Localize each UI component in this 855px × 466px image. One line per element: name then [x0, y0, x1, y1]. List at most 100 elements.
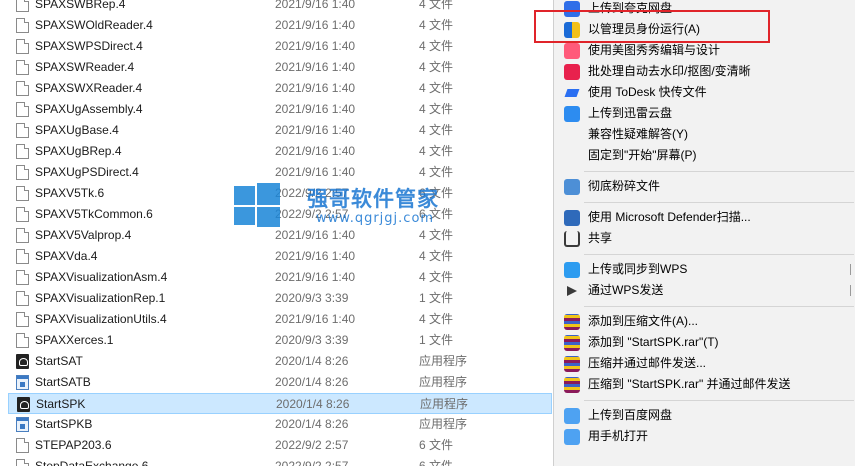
file-date: 2020/1/4 8:26 — [275, 417, 349, 431]
file-date: 2022/9/2 2:57 — [275, 186, 349, 200]
menu-item[interactable]: 用手机打开 — [554, 426, 855, 447]
menu-item[interactable]: 上传到迅雷云盘 — [554, 103, 855, 124]
file-name: SPAXVisualizationUtils.4 — [35, 312, 167, 326]
file-type: 4 文件 — [419, 18, 454, 32]
file-date: 2021/9/16 1:40 — [275, 81, 356, 95]
file-type: 应用程序 — [420, 397, 469, 411]
menu-item[interactable]: 使用美图秀秀编辑与设计 — [554, 40, 855, 61]
menu-item-label: 上传到夸克网盘 — [588, 1, 673, 15]
baidu-cloud-icon — [564, 408, 580, 424]
file-type: 4 文件 — [419, 312, 454, 326]
rar-icon — [564, 356, 580, 372]
file-icon — [16, 144, 29, 159]
send-arrow-icon — [564, 283, 580, 299]
menu-item[interactable]: 添加到 "StartSPK.rar"(T) — [554, 332, 855, 353]
file-row-selected[interactable]: StartSPK 2020/1/4 8:26 应用程序 — [8, 393, 552, 414]
file-row[interactable]: SPAXUgBase.4 2021/9/16 1:40 4 文件 — [8, 120, 552, 141]
menu-item-label: 上传到迅雷云盘 — [588, 106, 673, 120]
file-row[interactable]: StepDataExchange.6 2022/9/2 2:57 6 文件 — [8, 456, 552, 466]
menu-item-label: 使用 ToDesk 快传文件 — [588, 85, 707, 99]
file-row[interactable]: SPAXV5Tk.6 2022/9/2 2:57 6 文件 — [8, 183, 552, 204]
file-row[interactable]: StartSAT 2020/1/4 8:26 应用程序 — [8, 351, 552, 372]
menu-item[interactable]: 使用 Microsoft Defender扫描... — [554, 207, 855, 228]
file-row[interactable]: SPAXVda.4 2021/9/16 1:40 4 文件 — [8, 246, 552, 267]
file-row[interactable]: SPAXUgAssembly.4 2021/9/16 1:40 4 文件 — [8, 99, 552, 120]
submenu-arrow-icon — [850, 285, 855, 296]
file-icon — [16, 18, 29, 33]
menu-item[interactable]: 添加到压缩文件(A)... — [554, 311, 855, 332]
file-name: SPAXUgPSDirect.4 — [35, 165, 139, 179]
file-row[interactable]: STEPAP203.6 2022/9/2 2:57 6 文件 — [8, 435, 552, 456]
file-name: SPAXVda.4 — [35, 249, 98, 263]
file-row[interactable]: SPAXVisualizationAsm.4 2021/9/16 1:40 4 文件 — [8, 267, 552, 288]
file-row[interactable]: SPAXVisualizationRep.1 2020/9/3 3:39 1 文件 — [8, 288, 552, 309]
rar-icon — [564, 377, 580, 393]
menu-item[interactable]: 兼容性疑难解答(Y) — [554, 124, 855, 145]
defender-icon — [564, 210, 580, 226]
file-type: 应用程序 — [419, 375, 468, 389]
file-row[interactable]: SPAXUgPSDirect.4 2021/9/16 1:40 4 文件 — [8, 162, 552, 183]
menu-item[interactable]: 上传到百度网盘 — [554, 405, 855, 426]
quark-cloud-icon — [564, 1, 580, 17]
file-row[interactable]: SPAXSWBRep.4 2021/9/16 1:40 4 文件 — [8, 0, 552, 15]
file-row[interactable]: SPAXSWXReader.4 2021/9/16 1:40 4 文件 — [8, 78, 552, 99]
menu-item-label: 固定到"开始"屏幕(P) — [588, 148, 697, 162]
menu-item[interactable]: 上传到夸克网盘 — [554, 0, 855, 19]
menu-item[interactable]: 固定到"开始"屏幕(P) — [554, 145, 855, 166]
menu-item[interactable]: 彻底粉碎文件 — [554, 176, 855, 197]
file-icon — [16, 270, 29, 285]
file-row[interactable]: SPAXVisualizationUtils.4 2021/9/16 1:40 4 … — [8, 309, 552, 330]
file-icon — [16, 459, 29, 466]
menu-separator — [584, 306, 854, 307]
file-name: SPAXSWOldReader.4 — [35, 18, 153, 32]
menu-item[interactable]: 以管理员身份运行(A) — [554, 19, 855, 40]
menu-item-label: 添加到 "StartSPK.rar"(T) — [588, 335, 719, 349]
file-row[interactable]: SPAXSWReader.4 2021/9/16 1:40 4 文件 — [8, 57, 552, 78]
file-name: SPAXUgAssembly.4 — [35, 102, 143, 116]
file-name: SPAXUgBRep.4 — [35, 144, 122, 158]
file-name: SPAXVisualizationAsm.4 — [35, 270, 168, 284]
menu-item-label: 添加到压缩文件(A)... — [588, 314, 698, 328]
menu-item[interactable]: 通过WPS发送 — [554, 280, 855, 301]
file-row[interactable]: SPAXSWOldReader.4 2021/9/16 1:40 4 文件 — [8, 15, 552, 36]
menu-item[interactable]: 批处理自动去水印/抠图/变清晰 — [554, 61, 855, 82]
file-row[interactable]: SPAXXerces.1 2020/9/3 3:39 1 文件 — [8, 330, 552, 351]
menu-separator — [584, 254, 854, 255]
file-name: SPAXXerces.1 — [35, 333, 114, 347]
file-name: SPAXSWReader.4 — [35, 60, 135, 74]
todesk-icon — [564, 85, 580, 101]
file-name: SPAXV5Valprop.4 — [35, 228, 132, 242]
file-icon — [16, 249, 29, 264]
file-row[interactable]: StartSPKB 2020/1/4 8:26 应用程序 — [8, 414, 552, 435]
file-name: SPAXV5Tk.6 — [35, 186, 105, 200]
file-icon — [16, 438, 29, 453]
menu-item[interactable]: 压缩并通过邮件发送... — [554, 353, 855, 374]
file-icon — [16, 165, 29, 180]
file-date: 2022/9/2 2:57 — [275, 207, 349, 221]
shred-icon — [564, 179, 580, 195]
file-date: 2021/9/16 1:40 — [275, 228, 356, 242]
file-row[interactable]: SPAXV5Valprop.4 2021/9/16 1:40 4 文件 — [8, 225, 552, 246]
file-name: SPAXUgBase.4 — [35, 123, 119, 137]
file-name: StartSATB — [35, 375, 91, 389]
file-date: 2021/9/16 1:40 — [275, 123, 356, 137]
menu-item[interactable]: 共享 — [554, 228, 855, 249]
uac-shield-icon — [564, 22, 580, 38]
file-type: 4 文件 — [419, 39, 454, 53]
file-row[interactable]: SPAXUgBRep.4 2021/9/16 1:40 4 文件 — [8, 141, 552, 162]
menu-item-label: 上传或同步到WPS — [588, 262, 688, 276]
menu-item[interactable]: 压缩到 "StartSPK.rar" 并通过邮件发送 — [554, 374, 855, 395]
file-date: 2022/9/2 2:57 — [275, 438, 349, 452]
file-icon — [16, 123, 29, 138]
menu-item[interactable]: 使用 ToDesk 快传文件 — [554, 82, 855, 103]
file-type: 6 文件 — [419, 186, 454, 200]
file-row[interactable]: SPAXSWPSDirect.4 2021/9/16 1:40 4 文件 — [8, 36, 552, 57]
file-type: 4 文件 — [419, 228, 454, 242]
file-icon — [16, 207, 29, 222]
file-name: STEPAP203.6 — [35, 438, 112, 452]
menu-item[interactable]: 上传或同步到WPS — [554, 259, 855, 280]
file-row[interactable]: SPAXV5TkCommon.6 2022/9/2 2:57 6 文件 — [8, 204, 552, 225]
menu-item-label: 用手机打开 — [588, 429, 649, 443]
file-name: StepDataExchange.6 — [35, 459, 149, 466]
file-row[interactable]: StartSATB 2020/1/4 8:26 应用程序 — [8, 372, 552, 393]
